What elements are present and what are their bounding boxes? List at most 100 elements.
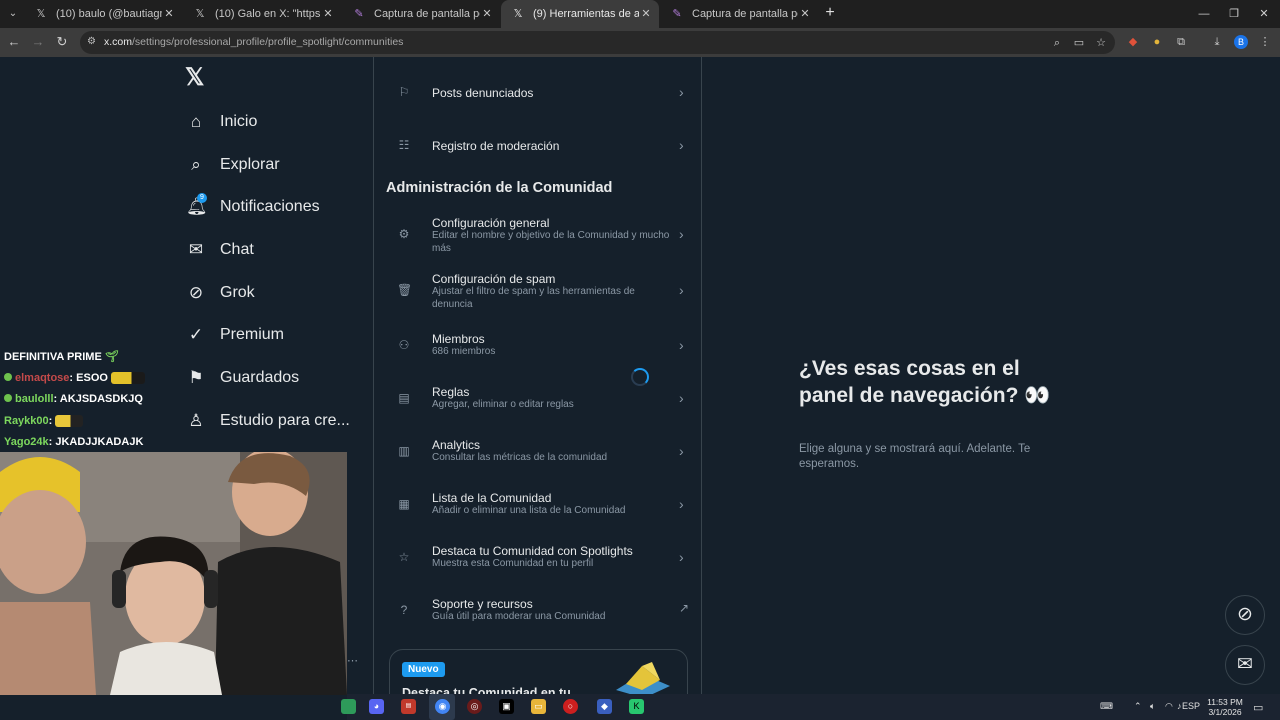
settings-row-configuracion-spam[interactable]: 🗑︎ Configuración de spam Ajustar el filt… <box>374 270 701 310</box>
settings-row-spotlights[interactable]: ☆ Destaca tu Comunidad con Spotlights Mu… <box>374 542 701 572</box>
opera-icon[interactable]: ○ <box>563 699 578 714</box>
wifi-icon[interactable]: ◠ <box>1165 701 1173 712</box>
new-tab-button[interactable]: + <box>822 5 838 21</box>
nav-item-label: Explorar <box>220 156 280 173</box>
keyboard-icon[interactable]: ⌨ <box>1100 701 1113 712</box>
nav-item-chat[interactable]: ✉ Chat <box>186 235 254 265</box>
minimize-button[interactable]: — <box>1196 6 1212 22</box>
nav-item-grok[interactable]: ⊘ Grok <box>186 278 255 308</box>
studio-icon: ♙ <box>188 411 204 430</box>
settings-row-configuracion-general[interactable]: ⚙ Configuración general Editar el nombre… <box>374 214 701 254</box>
profile-avatar[interactable]: B <box>1234 35 1248 49</box>
back-button[interactable]: ← <box>6 34 22 50</box>
forward-button[interactable]: → <box>30 34 46 50</box>
browser-tab-active[interactable]: 𝕏 (9) Herramientas de administra ✕ <box>501 0 659 28</box>
flag-icon: ⚐ <box>398 85 410 99</box>
settings-row-miembros[interactable]: ⚇ Miembros 686 miembros › <box>374 330 701 360</box>
chevron-right-icon: › <box>679 84 684 100</box>
star-icon: ☆ <box>398 550 410 564</box>
speaker-icon[interactable]: ♪ <box>1177 701 1182 711</box>
download-icon[interactable]: ⤓ <box>1210 35 1224 49</box>
promo-illustration <box>616 662 670 698</box>
extensions-puzzle-icon[interactable]: ⧉ <box>1174 35 1188 49</box>
row-subtitle: Añadir o eliminar una lista de la Comuni… <box>432 505 626 516</box>
close-icon[interactable]: ✕ <box>480 7 494 21</box>
settings-row-lista-comunidad[interactable]: ▦ Lista de la Comunidad Añadir o elimina… <box>374 489 701 519</box>
menu-kebab-icon[interactable]: ⋮ <box>1258 35 1272 49</box>
chevron-right-icon: › <box>679 137 684 153</box>
stream-chat-line: DEFINITIVA PRIME 🌱︎ <box>4 350 119 363</box>
address-bar[interactable]: ⚙ x.com/settings/professional_profile/pr… <box>80 31 1115 54</box>
browser-toolbar: ← → ↻ ⚙ x.com/settings/professional_prof… <box>0 28 1280 57</box>
nav-item-premium[interactable]: ✓ Premium <box>186 320 284 350</box>
nav-item-notificaciones[interactable]: 🔔︎ 9 Notificaciones <box>186 192 320 222</box>
close-icon[interactable]: ✕ <box>639 7 653 21</box>
app-icon[interactable]: ▤ <box>401 699 416 714</box>
nav-item-estudio[interactable]: ♙ Estudio para cre... <box>186 406 349 436</box>
language-indicator[interactable]: ESP <box>1182 701 1200 711</box>
restore-button[interactable]: ❐ <box>1226 6 1242 22</box>
capcut-icon[interactable]: ▣ <box>499 699 514 714</box>
browser-tab[interactable]: 𝕏 (10) Galo en X: "https://t.co/kA ✕ <box>183 0 341 28</box>
row-subtitle: Ajustar el filtro de spam y las herramie… <box>432 286 635 310</box>
close-icon[interactable]: ✕ <box>798 7 812 21</box>
external-link-icon: ↗ <box>679 601 690 615</box>
notifications-icon[interactable]: ▭ <box>1253 701 1263 714</box>
system-clock[interactable]: 11:53 PM 3/1/2026 <box>1205 697 1245 717</box>
cast-icon[interactable]: ▭ <box>1072 36 1086 50</box>
tab-title: Captura de pantalla por Lightsh <box>692 8 798 20</box>
settings-row-posts-denunciados[interactable]: ⚐ Posts denunciados › <box>374 79 701 105</box>
list-icon: ▦ <box>398 497 410 511</box>
zoom-icon[interactable]: ⌕ <box>1050 36 1064 50</box>
chevron-right-icon: › <box>679 226 684 242</box>
window-close-button[interactable]: ✕ <box>1256 6 1272 22</box>
app-icon[interactable]: ◆ <box>597 699 612 714</box>
close-icon[interactable]: ✕ <box>162 7 176 21</box>
reload-button[interactable]: ↻ <box>54 34 70 50</box>
search-icon: ⌕ <box>191 155 201 174</box>
volume-icon[interactable]: 🔈︎ <box>1150 701 1155 712</box>
row-subtitle: Muestra esta Comunidad en tu perfil <box>432 558 594 569</box>
extension-icon[interactable]: ◆ <box>1126 35 1140 49</box>
tab-search-button[interactable]: ⌄ <box>4 5 22 23</box>
chat-text: DEFINITIVA PRIME <box>4 351 102 363</box>
bookmark-star-icon[interactable]: ☆ <box>1094 36 1108 50</box>
nav-item-explorar[interactable]: ⌕ Explorar <box>186 150 280 180</box>
more-icon[interactable]: ⋯ <box>347 654 358 667</box>
notification-badge: 9 <box>197 193 207 203</box>
chevron-right-icon: › <box>679 549 684 565</box>
extension-icon[interactable]: ● <box>1150 35 1164 49</box>
webcam-feed <box>0 452 347 695</box>
settings-row-analytics[interactable]: ▥ Analytics Consultar las métricas de la… <box>374 436 701 466</box>
tab-title: (10) baulo (@bautiagnone) / X <box>56 8 162 20</box>
row-title: Miembros <box>432 332 485 346</box>
browser-tab[interactable]: ✎ Captura de pantalla por Lightsh ✕ <box>342 0 500 28</box>
browser-tab[interactable]: 𝕏 (10) baulo (@bautiagnone) / X ✕ <box>24 0 182 28</box>
settings-row-reglas[interactable]: ▤ Reglas Agregar, eliminar o editar regl… <box>374 383 701 413</box>
nav-item-inicio[interactable]: ⌂ Inicio <box>186 107 258 137</box>
app-icon[interactable] <box>341 699 356 714</box>
kick-icon[interactable]: K <box>629 699 644 714</box>
x-logo-icon[interactable]: 𝕏 <box>185 66 207 90</box>
members-icon: ⚇ <box>398 338 410 352</box>
stream-chat-line: Raykk00: <box>4 415 84 428</box>
close-icon[interactable]: ✕ <box>321 7 335 21</box>
app-icon[interactable]: ◎ <box>467 699 482 714</box>
settings-row-registro-moderacion[interactable]: ☷ Registro de moderación › <box>374 132 701 158</box>
new-badge: Nuevo <box>402 662 445 677</box>
chevron-up-icon[interactable]: ⌃ <box>1134 701 1142 712</box>
grok-float-button[interactable]: ⊘ <box>1225 595 1265 635</box>
folder-icon[interactable]: ▭ <box>531 699 546 714</box>
stream-chat-line: baulolll: AKJSDASDKJQ <box>4 393 143 405</box>
nav-item-guardados[interactable]: ⚑ Guardados <box>186 363 299 393</box>
browser-tab[interactable]: ✎ Captura de pantalla por Lightsh ✕ <box>660 0 818 28</box>
tab-title: Captura de pantalla por Lightsh <box>374 8 480 20</box>
nav-item-label: Premium <box>220 326 285 343</box>
chrome-icon[interactable]: ◉ <box>435 699 450 714</box>
site-info-icon[interactable]: ⚙ <box>87 36 99 48</box>
discord-icon[interactable]: ◕ <box>369 699 384 714</box>
emote-icon <box>55 415 84 428</box>
settings-row-soporte[interactable]: ? Soporte y recursos Guía útil para mode… <box>374 595 701 625</box>
nav-item-label: Chat <box>220 241 254 258</box>
messages-float-button[interactable]: ✉ <box>1225 645 1265 685</box>
